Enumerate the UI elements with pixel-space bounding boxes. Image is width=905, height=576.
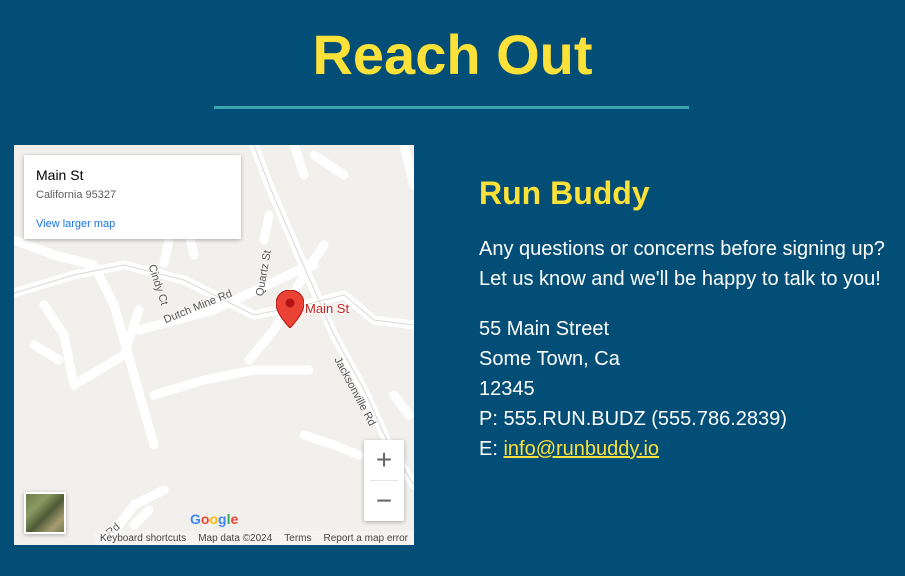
message-line-2: Let us know and we'll be happy to talk t… — [479, 268, 881, 290]
marker-label: Main St — [305, 301, 350, 316]
map-marker-icon[interactable] — [276, 290, 304, 328]
contact-info: Run Buddy Any questions or concerns befo… — [479, 172, 899, 464]
message-line-1: Any questions or concerns before signing… — [479, 238, 885, 260]
title-divider — [214, 106, 689, 109]
info-card-title: Main St — [36, 167, 84, 183]
street-address: 55 Main Street — [479, 318, 610, 340]
terms-link[interactable]: Terms — [284, 533, 311, 544]
phone-number: P: 555.RUN.BUDZ (555.786.2839) — [479, 408, 787, 430]
page-title: Reach Out — [312, 23, 593, 86]
keyboard-shortcuts-link[interactable]: Keyboard shortcuts — [100, 533, 186, 544]
contact-message: Any questions or concerns before signing… — [479, 234, 899, 294]
map-embed[interactable]: Cindy Ct Dutch Mine Rd Quartz St Jackson… — [14, 145, 414, 545]
email-prefix: E: — [479, 438, 504, 460]
map-attribution-bar: Keyboard shortcuts Map data ©2024 Terms … — [94, 531, 414, 545]
business-name: Run Buddy — [479, 175, 650, 211]
view-larger-map-link[interactable]: View larger map — [36, 217, 229, 231]
email-link[interactable]: info@runbuddy.io — [503, 438, 659, 460]
email-row: E: info@runbuddy.io — [479, 434, 899, 464]
report-error-link[interactable]: Report a map error — [324, 533, 408, 544]
zoom-out-button[interactable]: − — [364, 481, 404, 521]
map-data-credit: Map data ©2024 — [198, 532, 273, 544]
zoom-in-button[interactable]: + — [364, 440, 404, 480]
city-state: Some Town, Ca — [479, 348, 620, 370]
info-card-address: California 95327 — [36, 189, 117, 201]
zoom-control: + − — [364, 440, 404, 521]
google-logo: Google — [190, 511, 239, 527]
zip-code: 12345 — [479, 378, 535, 400]
map-info-card: Main St California 95327 View larger map — [24, 155, 241, 239]
satellite-layer-toggle[interactable] — [24, 492, 66, 534]
address-block: 55 Main Street Some Town, Ca 12345 P: 55… — [479, 314, 899, 464]
